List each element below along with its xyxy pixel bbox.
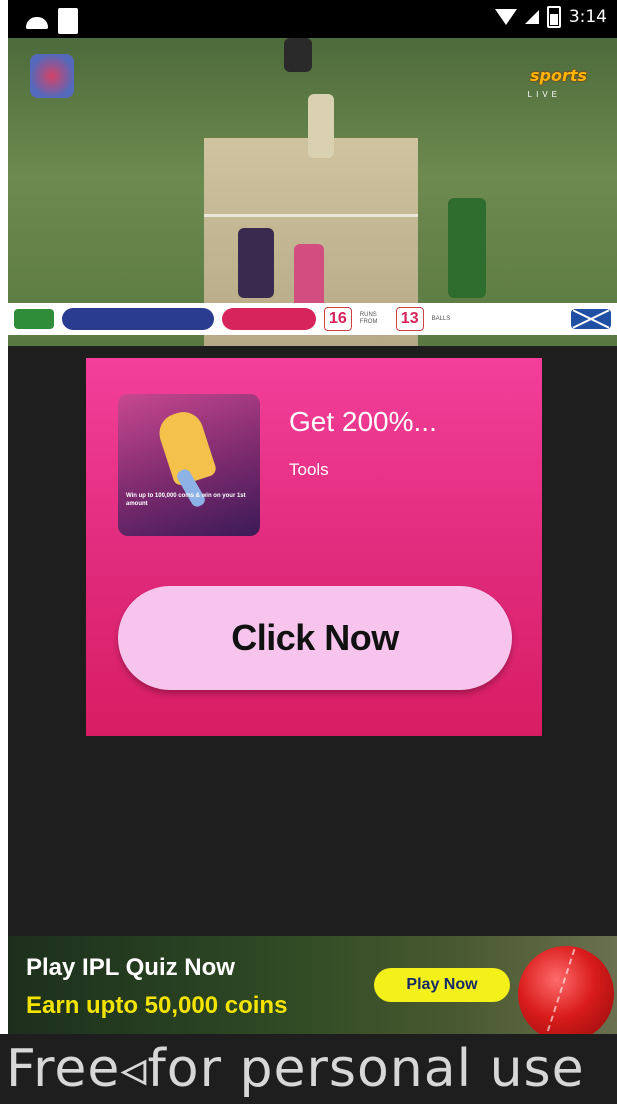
pitch-crease (204, 214, 418, 217)
channel-logo: sports (529, 66, 587, 85)
banner-title: Play IPL Quiz Now (26, 954, 235, 981)
tournament-logo (30, 54, 74, 98)
thumbnail-text: Win up to 100,000 coins & win on your 1s… (126, 493, 246, 507)
live-video-player[interactable]: sports LIVE 16 RUNS FROM 13 BALLS (8, 38, 617, 346)
battery-icon (546, 6, 561, 28)
runs-left-label: RUNS FROM (359, 312, 378, 325)
status-right-icons: 3:14 (494, 6, 607, 28)
player-figure (448, 198, 486, 298)
native-ad-card[interactable]: Win up to 100,000 coins & win on your 1s… (86, 358, 542, 736)
banner-subtitle: Earn upto 50,000 coins (26, 992, 288, 1019)
score-pill (62, 308, 214, 330)
team-flag-left (14, 309, 54, 329)
notification-icon (58, 8, 78, 34)
runs-right-label: BALLS (431, 315, 451, 322)
runs-left-value: 16 (324, 307, 352, 331)
ipl-quiz-banner[interactable]: Play IPL Quiz Now Earn upto 50,000 coins… (8, 936, 617, 1034)
status-bar: 3:14 (8, 0, 617, 38)
live-label: LIVE (527, 90, 561, 99)
signal-icon (524, 10, 539, 24)
app-screen: 3:14 sports LIVE 16 RUNS FROM 13 BALLS W… (8, 0, 617, 1104)
ad-category: Tools (289, 460, 329, 479)
score-pill (222, 308, 316, 330)
player-figure (238, 228, 274, 298)
status-left-icons (26, 8, 78, 34)
ad-title[interactable]: Get 200%... (289, 406, 437, 438)
play-now-button[interactable]: Play Now (374, 968, 510, 1002)
score-bar: 16 RUNS FROM 13 BALLS (8, 303, 617, 335)
ad-thumbnail[interactable]: Win up to 100,000 coins & win on your 1s… (118, 394, 260, 536)
watermark-text: Free◃for personal use (0, 1034, 617, 1104)
runs-right-value: 13 (395, 307, 424, 331)
wifi-icon (494, 9, 517, 25)
status-time: 3:14 (568, 7, 607, 27)
team-flag-right (571, 309, 611, 329)
click-now-button[interactable]: Click Now (118, 586, 512, 690)
player-figure (294, 244, 324, 308)
android-icon (26, 17, 48, 29)
player-figure (284, 38, 312, 72)
player-figure (308, 94, 334, 158)
